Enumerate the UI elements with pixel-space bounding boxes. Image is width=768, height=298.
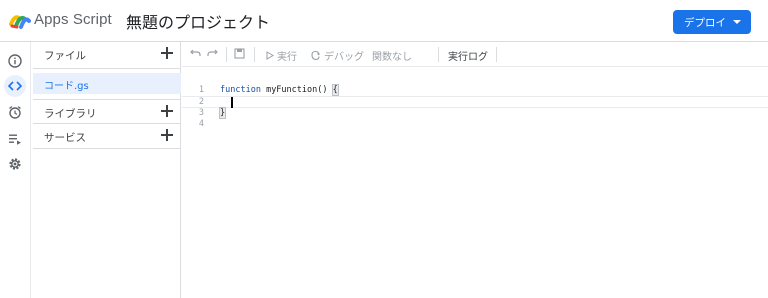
files-panel: ファイル コード.gs ライブラリ サービス	[33, 42, 181, 298]
services-header: サービス	[33, 124, 181, 149]
line-number: 4	[198, 119, 204, 129]
apps-script-logo-icon[interactable]	[9, 10, 31, 30]
chevron-down-icon	[733, 20, 741, 24]
execution-log-button[interactable]: 実行ログ	[448, 48, 488, 63]
file-name: コード.gs	[44, 81, 89, 92]
debug-icon	[311, 50, 320, 61]
code-line-current: 2	[182, 96, 768, 108]
toolbar-divider	[254, 47, 255, 62]
alarm-clock-icon	[9, 106, 21, 119]
add-service-icon[interactable]	[161, 129, 173, 141]
project-title[interactable]: 無題のプロジェクト	[126, 9, 270, 33]
libraries-label: ライブラリ	[44, 108, 97, 120]
line-number: 2	[198, 97, 204, 107]
execution-log-label: 実行ログ	[448, 52, 488, 63]
left-rail	[0, 42, 31, 298]
function-select-label: 関数なし	[372, 52, 412, 63]
undo-button[interactable]	[190, 48, 201, 58]
app-name[interactable]: Apps Script	[34, 11, 112, 28]
deploy-button[interactable]: デプロイ	[673, 10, 751, 34]
libraries-header: ライブラリ	[33, 99, 181, 124]
executions-icon	[9, 134, 21, 145]
code-editor[interactable]: 1 function myFunction() { 2 3 } 4	[182, 68, 768, 298]
debug-button[interactable]: デバッグ	[310, 48, 364, 63]
editor-toolbar: 実行 デバッグ 関数なし 実行ログ	[182, 42, 768, 67]
top-bar: Apps Script 無題のプロジェクト デプロイ	[0, 0, 768, 42]
line-number: 1	[198, 85, 204, 95]
code-line: 1 function myFunction() {	[182, 84, 768, 96]
divider	[33, 68, 181, 69]
gear-icon	[9, 158, 21, 170]
deploy-button-label: デプロイ	[684, 16, 726, 29]
save-icon	[234, 48, 245, 59]
code-text: }	[218, 107, 227, 119]
executions-button[interactable]	[4, 128, 26, 150]
play-icon	[266, 51, 274, 60]
code-text: function myFunction() {	[220, 84, 339, 96]
triggers-button[interactable]	[4, 101, 26, 123]
undo-icon	[190, 49, 201, 56]
code-line: 3 }	[182, 107, 768, 119]
project-settings-button[interactable]	[4, 153, 26, 175]
matching-brace: {	[331, 84, 339, 96]
code-line: 4	[182, 119, 768, 130]
services-label: サービス	[44, 132, 86, 144]
toolbar-divider	[438, 47, 439, 62]
run-button[interactable]: 実行	[266, 48, 297, 63]
run-label: 実行	[277, 52, 297, 63]
info-icon	[8, 54, 22, 68]
save-button[interactable]	[234, 48, 245, 59]
code-keyword: function	[220, 85, 261, 95]
file-item-code-gs[interactable]: コード.gs	[33, 73, 181, 94]
toolbar-divider	[496, 47, 497, 62]
text-cursor	[231, 97, 233, 108]
add-file-icon[interactable]	[161, 47, 173, 59]
function-select[interactable]: 関数なし	[372, 48, 412, 63]
files-label: ファイル	[44, 50, 86, 62]
add-library-icon[interactable]	[161, 105, 173, 117]
toolbar-divider	[226, 47, 227, 62]
line-number: 3	[198, 108, 204, 118]
redo-icon	[207, 49, 218, 56]
redo-button[interactable]	[207, 48, 218, 58]
overview-button[interactable]	[4, 50, 26, 72]
code-icon	[8, 81, 22, 91]
matching-brace: }	[218, 107, 227, 119]
editor-button[interactable]	[4, 75, 26, 97]
files-header: ファイル	[33, 42, 181, 67]
debug-label: デバッグ	[324, 52, 364, 63]
code-text-rest: myFunction()	[260, 85, 333, 95]
